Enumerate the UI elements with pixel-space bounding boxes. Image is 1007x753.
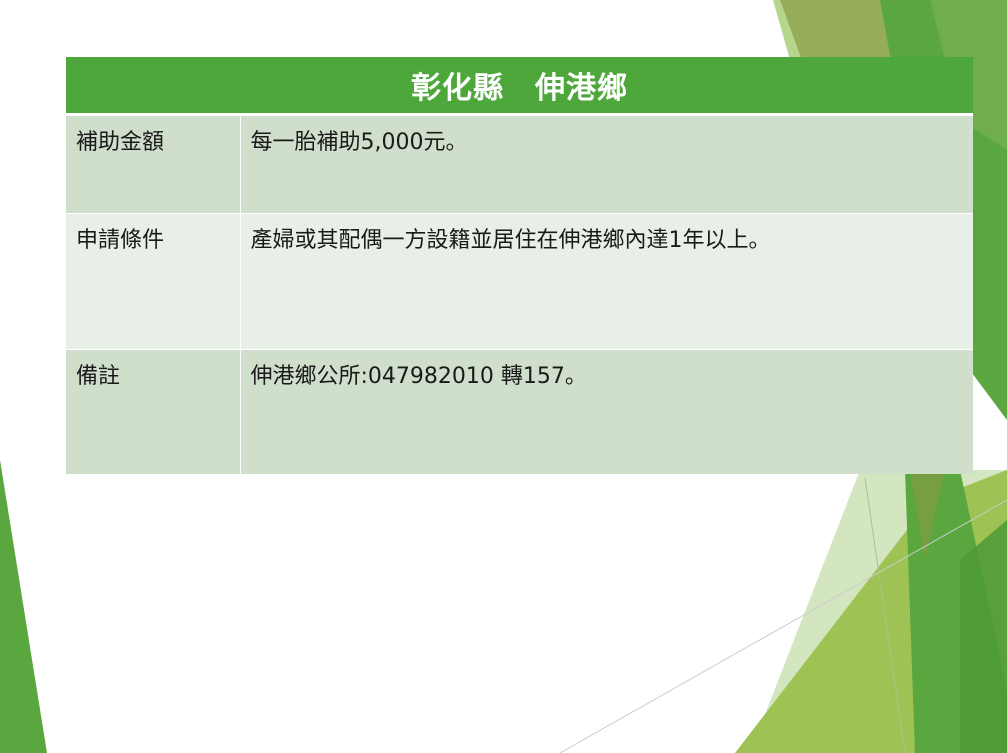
slide: 彰化縣 伸港鄉 補助金額 每一胎補助5,000元。 申請條件 產婦或其配偶一方設… bbox=[0, 0, 1007, 753]
row-label: 補助金額 bbox=[66, 114, 241, 214]
row-value: 每一胎補助5,000元。 bbox=[240, 114, 973, 214]
row-label: 申請條件 bbox=[66, 213, 241, 350]
table-row-subsidy-amount: 補助金額 每一胎補助5,000元。 bbox=[66, 114, 973, 214]
table-row-remarks: 備註 伸港鄉公所:047982010 轉157。 bbox=[66, 349, 973, 474]
table-title: 彰化縣 伸港鄉 bbox=[66, 57, 973, 116]
row-value: 產婦或其配偶一方設籍並居住在伸港鄉內達1年以上。 bbox=[240, 213, 973, 350]
row-value: 伸港鄉公所:047982010 轉157。 bbox=[240, 349, 973, 474]
left-edge-facet bbox=[0, 460, 47, 753]
table-row-eligibility: 申請條件 產婦或其配偶一方設籍並居住在伸港鄉內達1年以上。 bbox=[66, 213, 973, 350]
bottom-right-facet-deep bbox=[960, 520, 1007, 753]
table-header-row: 彰化縣 伸港鄉 bbox=[66, 57, 973, 116]
row-label: 備註 bbox=[66, 349, 241, 474]
subsidy-info-table: 彰化縣 伸港鄉 補助金額 每一胎補助5,000元。 申請條件 產婦或其配偶一方設… bbox=[66, 57, 973, 474]
